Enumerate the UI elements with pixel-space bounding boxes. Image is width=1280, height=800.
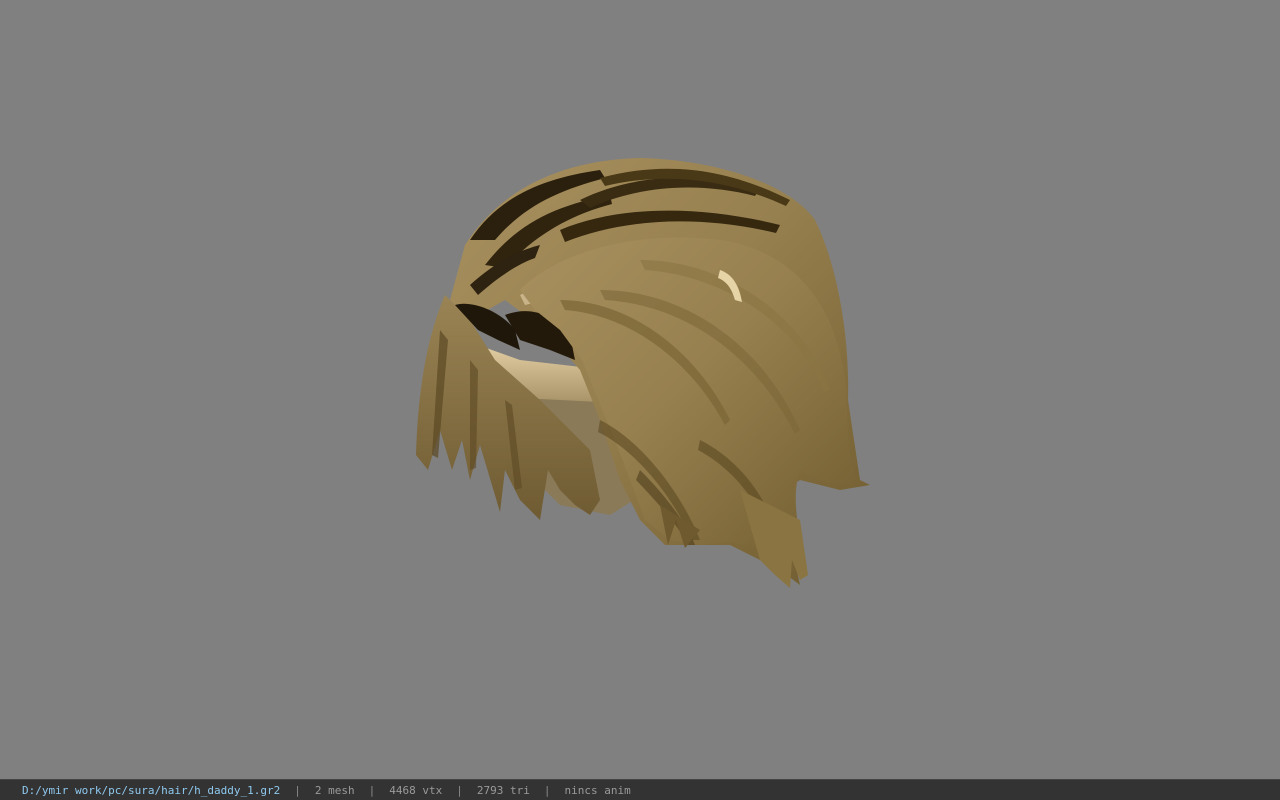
triangle-count: 2793 tri <box>476 783 530 797</box>
status-bar: D:/ymir work/pc/sura/hair/h_daddy_1.gr2 … <box>0 779 1280 800</box>
separator: | <box>368 783 376 797</box>
animation-status: nincs anim <box>564 783 631 797</box>
separator: | <box>456 783 463 797</box>
separator: | <box>294 783 301 797</box>
vertex-count: 4468 vtx <box>389 783 443 797</box>
3d-viewport[interactable] <box>0 0 1280 779</box>
mesh-count: 2 mesh <box>314 783 355 797</box>
file-path: D:/ymir work/pc/sura/hair/h_daddy_1.gr2 <box>22 783 281 797</box>
hair-model <box>416 158 870 588</box>
separator: | <box>543 783 551 797</box>
